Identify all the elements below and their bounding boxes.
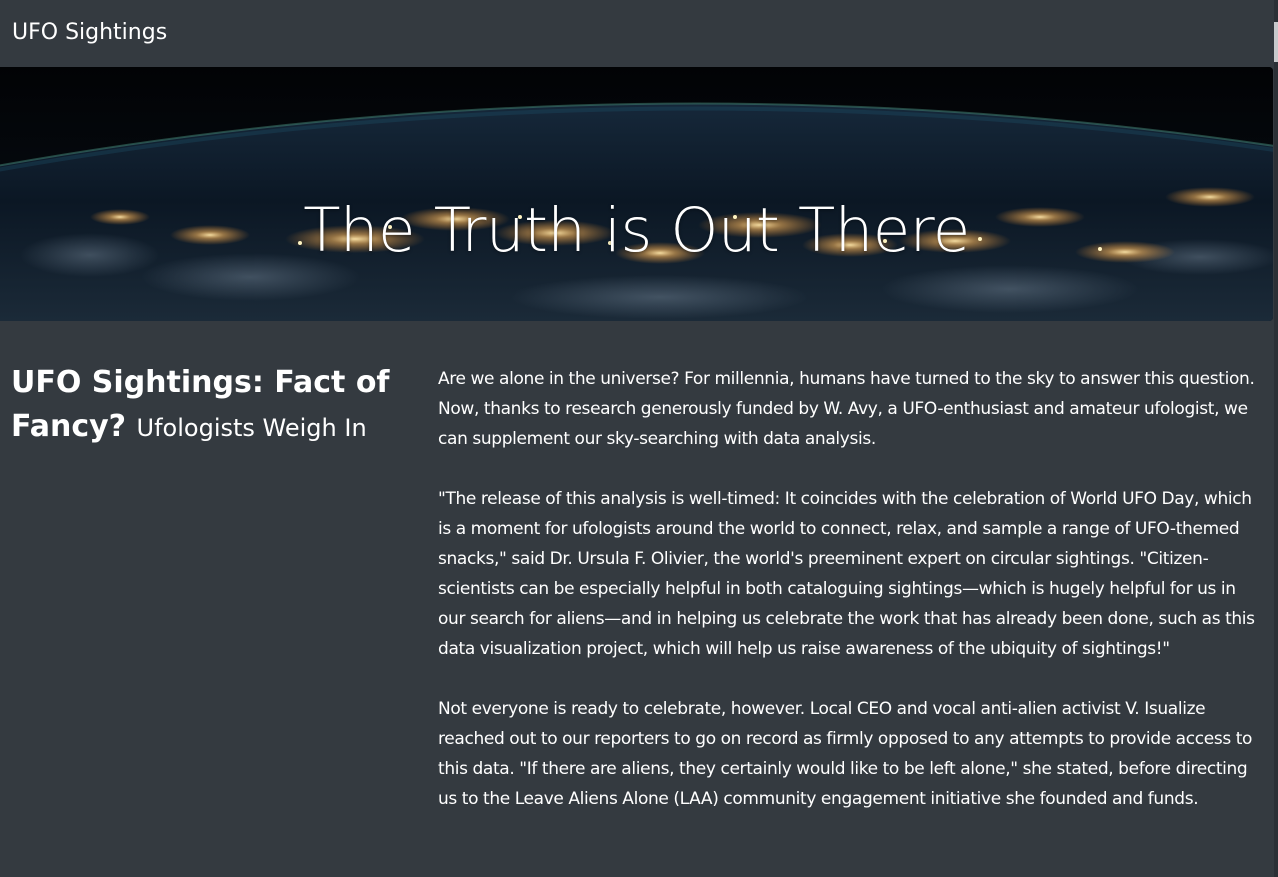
- article-paragraph: Are we alone in the universe? For millen…: [438, 369, 1255, 449]
- hero-banner: The Truth is Out There: [0, 67, 1273, 321]
- navbar-brand-link[interactable]: UFO Sightings: [12, 16, 167, 50]
- hero-title: The Truth is Out There: [303, 194, 970, 266]
- article-body: Are we alone in the universe? For millen…: [438, 364, 1264, 844]
- article-heading-sub: Ufologists Weigh In: [136, 414, 367, 442]
- article-paragraph: "The release of this analysis is well-ti…: [438, 489, 1255, 659]
- scrollbar-thumb[interactable]: [1274, 22, 1278, 62]
- article-paragraph: Not everyone is ready to celebrate, howe…: [438, 699, 1253, 809]
- page-scrollbar[interactable]: [1274, 0, 1278, 877]
- navbar: UFO Sightings: [0, 0, 1278, 67]
- article-heading: UFO Sightings: Fact of Fancy? Ufologists…: [11, 361, 411, 450]
